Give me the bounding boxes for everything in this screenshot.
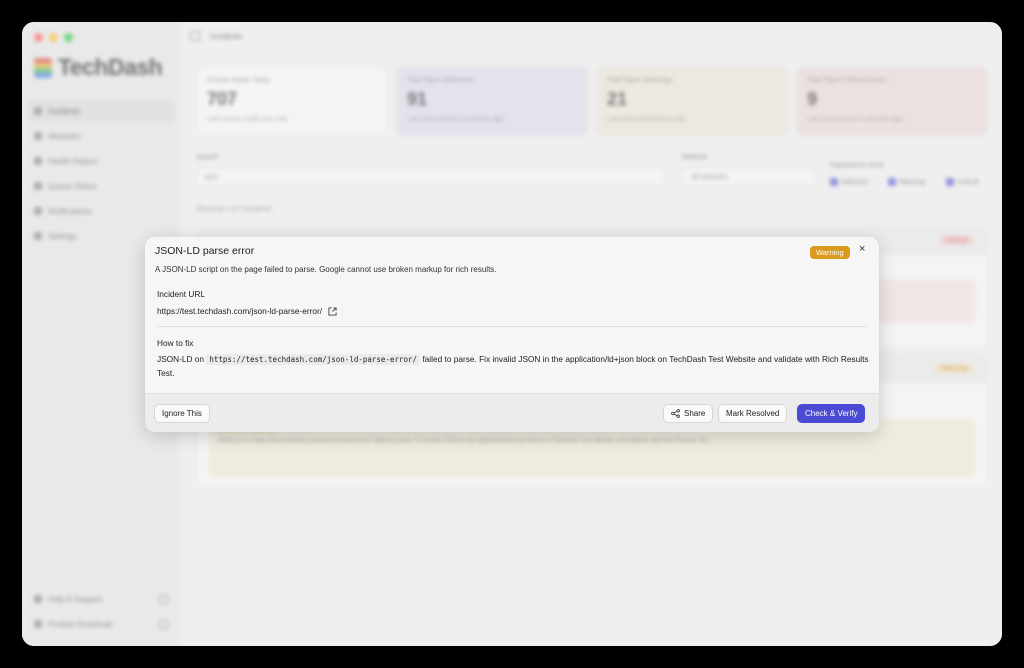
incident-url-link[interactable]: https://test.techdash.com/json-ld-parse-…	[157, 306, 322, 316]
incident-url-row: https://test.techdash.com/json-ld-parse-…	[157, 306, 337, 316]
mark-resolved-label: Mark Resolved	[726, 409, 780, 418]
share-icon	[671, 409, 680, 418]
external-link-icon[interactable]	[328, 306, 337, 316]
how-to-fix-text: JSON-LD on https://test.techdash.com/jso…	[157, 353, 869, 380]
ignore-button[interactable]: Ignore This	[154, 404, 210, 423]
incident-url-heading: Incident URL	[157, 289, 205, 299]
mark-resolved-button[interactable]: Mark Resolved	[718, 404, 788, 423]
divider	[157, 326, 867, 327]
close-icon[interactable]: ×	[859, 243, 865, 255]
fix-text-start: JSON-LD on	[157, 354, 205, 364]
dialog-title: JSON-LD parse error	[155, 245, 255, 257]
ignore-button-label: Ignore This	[162, 409, 202, 418]
dialog-footer: Ignore This Share Mark Resolved Check & …	[145, 393, 879, 432]
share-button-label: Share	[684, 409, 706, 418]
dialog-description: A JSON-LD script on the page failed to p…	[155, 265, 497, 274]
check-verify-label: Check & Verify	[805, 409, 858, 418]
share-button[interactable]: Share	[663, 404, 714, 423]
incident-dialog: JSON-LD parse error Warning × A JSON-LD …	[145, 237, 879, 432]
fix-url-code: https://test.techdash.com/json-ld-parse-…	[206, 354, 421, 365]
severity-badge: Warning	[810, 246, 850, 259]
how-to-fix-heading: How to fix	[157, 338, 194, 348]
check-verify-button[interactable]: Check & Verify	[797, 404, 866, 423]
